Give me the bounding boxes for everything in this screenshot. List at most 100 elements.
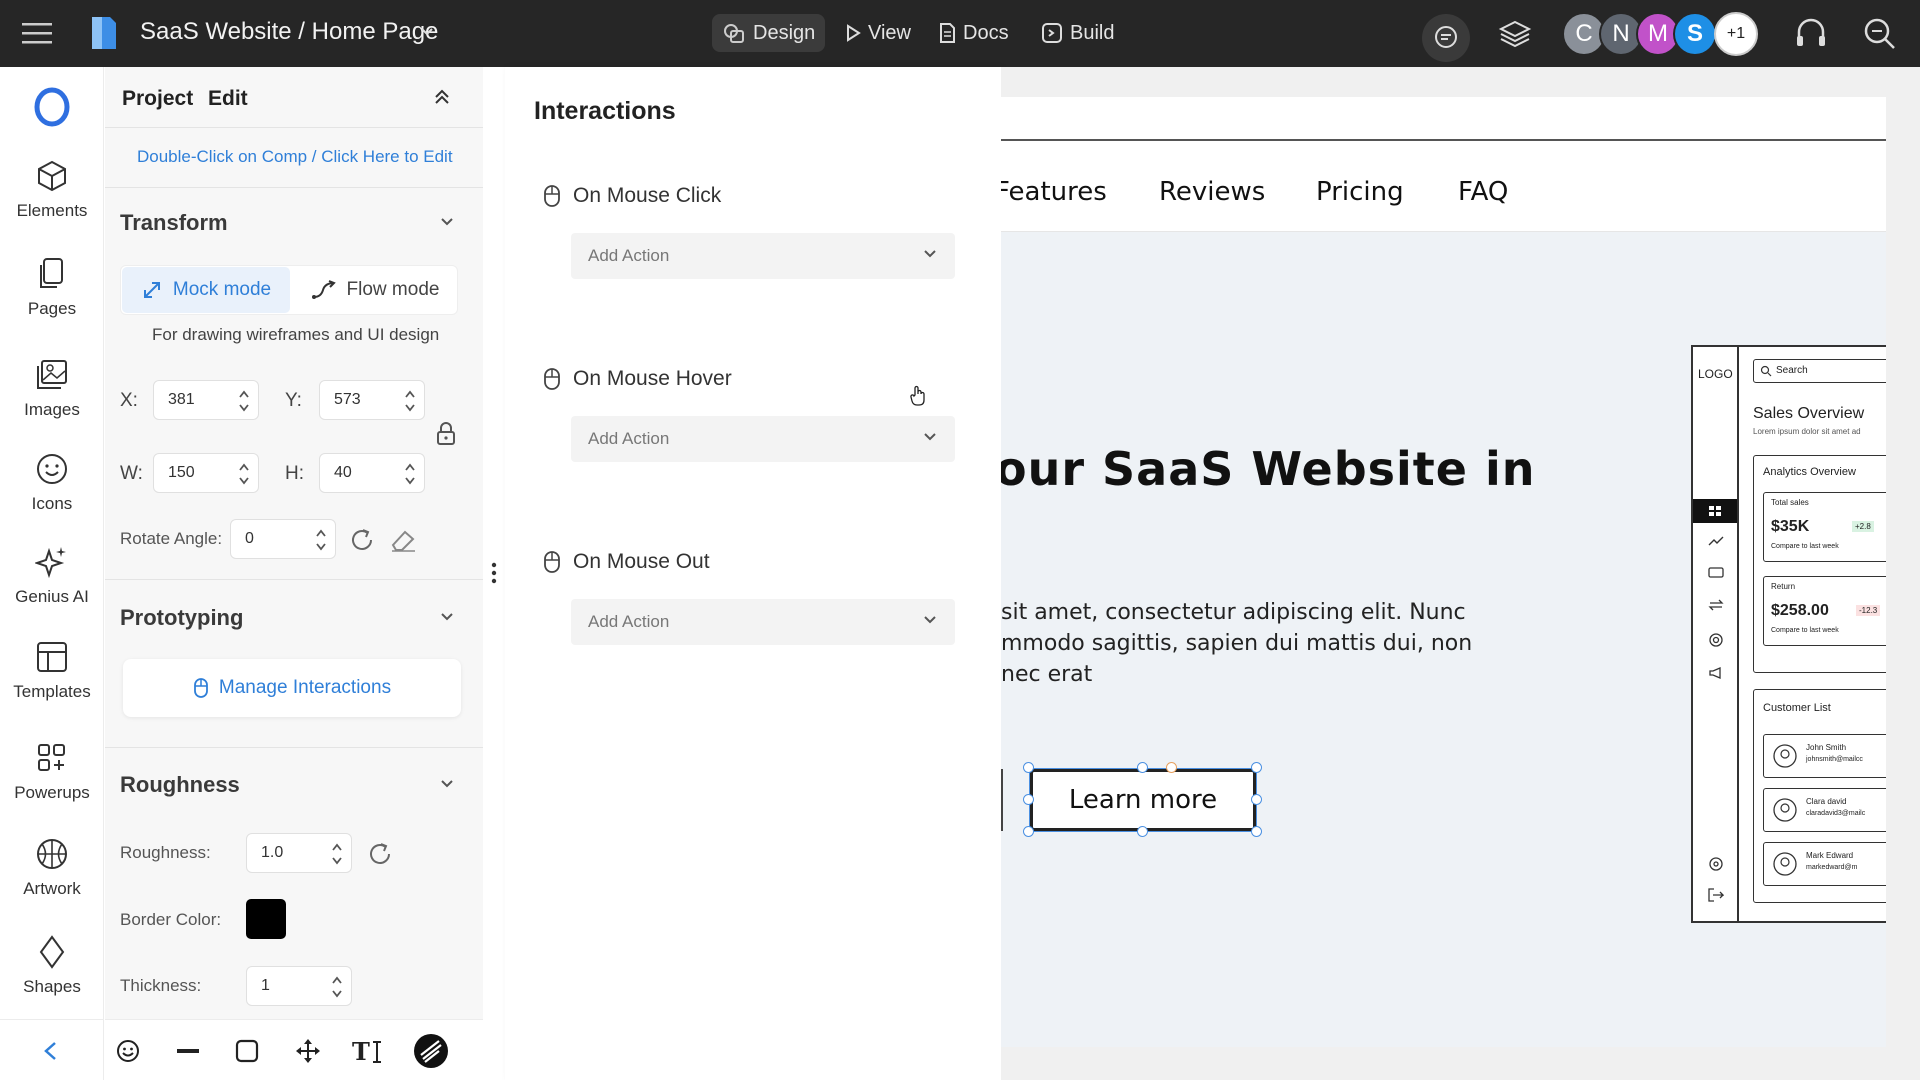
edit-hint-link[interactable]: Double-Click on Comp / Click Here to Edi… [137, 147, 453, 167]
app-logo-icon[interactable] [88, 13, 120, 53]
stepper-arrows-icon[interactable] [315, 528, 327, 552]
rail-item-genius-ai[interactable]: Genius AI [0, 545, 104, 607]
hamburger-menu-icon[interactable] [20, 19, 54, 47]
chevron-down-icon[interactable] [440, 612, 454, 622]
resize-handle[interactable] [1251, 762, 1262, 773]
chevron-down-icon[interactable] [420, 27, 434, 37]
mouse-icon [543, 367, 561, 391]
rail-item-images[interactable]: Images [0, 358, 104, 420]
stepper-arrows-icon[interactable] [331, 842, 343, 866]
hero-paragraph[interactable]: sit amet, consectetur adipiscing elit. N… [1001, 597, 1501, 690]
mock-mode-button[interactable]: Mock mode [122, 267, 290, 313]
workspace-logo-icon[interactable] [33, 87, 71, 127]
comments-button[interactable] [1422, 14, 1470, 62]
project-title[interactable]: SaaS Website / Home Page [140, 18, 438, 46]
move-tool-icon[interactable] [293, 1036, 323, 1066]
play-icon [845, 24, 861, 42]
rail-item-icons[interactable]: Icons [0, 452, 104, 514]
analytics-card: Analytics Overview Total sales $35K +2.8… [1753, 455, 1886, 673]
rail-item-templates[interactable]: Templates [0, 640, 104, 702]
stepper-arrows-icon[interactable] [331, 975, 343, 999]
chevron-down-icon[interactable] [440, 217, 454, 227]
images-icon [35, 358, 69, 392]
text-tool-icon[interactable]: T [351, 1036, 383, 1066]
bottom-toolbar: T [105, 1019, 483, 1080]
reset-roughness-icon[interactable] [367, 841, 393, 867]
x-input[interactable]: 381 [153, 380, 259, 420]
hero-heading[interactable]: our SaaS Website in [1001, 442, 1536, 496]
collapse-left-icon[interactable] [42, 1040, 58, 1062]
rail-item-elements[interactable]: Elements [0, 159, 104, 221]
border-color-label: Border Color: [120, 910, 222, 929]
line-tool-icon[interactable] [175, 1038, 201, 1064]
rotate-angle-input[interactable]: 0 [230, 519, 336, 559]
reset-rotation-icon[interactable] [349, 527, 375, 553]
manage-interactions-button[interactable]: Manage Interactions [123, 659, 461, 717]
megaphone-icon [1708, 667, 1724, 679]
y-input[interactable]: 573 [319, 380, 425, 420]
resize-handle[interactable] [1023, 762, 1034, 773]
add-action-dropdown[interactable]: Add Action [571, 233, 955, 279]
dashboard-mockup[interactable]: LOGO Search Sales Overview Lorem ipsum d… [1691, 345, 1886, 923]
chat-bubble-icon [1432, 24, 1460, 52]
tab-view[interactable]: View [835, 14, 921, 52]
rail-item-powerups[interactable]: Powerups [0, 741, 104, 803]
tab-design-label: Design [753, 21, 816, 44]
collapse-up-icon[interactable] [433, 88, 451, 106]
more-collaborators-badge[interactable]: +1 [1714, 12, 1758, 56]
stepper-arrows-icon[interactable] [404, 462, 416, 486]
avatar[interactable]: S [1673, 12, 1717, 56]
stepper-arrows-icon[interactable] [238, 389, 250, 413]
roughness-input[interactable]: 1.0 [246, 833, 352, 873]
divider [105, 127, 483, 128]
panel-splitter[interactable] [483, 67, 505, 1080]
rotate-handle[interactable] [1166, 762, 1177, 773]
left-rail: Elements Pages Images Icons Genius AI Te… [0, 67, 104, 1080]
thickness-label: Thickness: [120, 976, 202, 995]
shapes-icon [722, 21, 746, 45]
rail-item-shapes[interactable]: Shapes [0, 935, 104, 997]
resize-handle[interactable] [1137, 762, 1148, 773]
nav-link-features[interactable]: Features [1001, 177, 1107, 207]
nav-link-reviews[interactable]: Reviews [1159, 177, 1265, 207]
headphones-icon[interactable] [1793, 16, 1829, 50]
search-icon[interactable] [1862, 16, 1898, 52]
resize-handle[interactable] [1251, 794, 1262, 805]
add-action-dropdown[interactable]: Add Action [571, 416, 955, 462]
thickness-input[interactable]: 1 [246, 966, 352, 1006]
rectangle-tool-icon[interactable] [234, 1038, 260, 1064]
layers-icon[interactable] [1498, 18, 1532, 50]
sketch-style-icon[interactable] [413, 1033, 449, 1069]
stepper-arrows-icon[interactable] [238, 462, 250, 486]
tab-docs[interactable]: Docs [928, 14, 1019, 52]
resize-handle[interactable] [1251, 826, 1262, 837]
resize-handle[interactable] [1137, 826, 1148, 837]
vertical-dots-icon[interactable] [491, 562, 497, 584]
tab-build[interactable]: Build [1031, 14, 1124, 52]
tab-design[interactable]: Design [712, 14, 826, 52]
artboard-page[interactable]: Features Reviews Pricing FAQ our SaaS We… [1001, 97, 1886, 1047]
mouse-icon [193, 677, 209, 699]
properties-panel: Project Edit Double-Click on Comp / Clic… [105, 67, 483, 1080]
rail-item-pages[interactable]: Pages [0, 257, 104, 319]
tab-project[interactable]: Project [122, 87, 193, 111]
stepper-arrows-icon[interactable] [404, 389, 416, 413]
h-input[interactable]: 40 [319, 453, 425, 493]
lock-icon[interactable] [435, 421, 457, 447]
flow-mode-button[interactable]: Flow mode [295, 267, 455, 313]
design-canvas[interactable]: Features Reviews Pricing FAQ our SaaS We… [1001, 67, 1920, 1080]
tab-edit[interactable]: Edit [208, 87, 248, 111]
add-action-dropdown[interactable]: Add Action [571, 599, 955, 645]
chevron-down-icon[interactable] [440, 779, 454, 789]
w-input[interactable]: 150 [153, 453, 259, 493]
nav-link-pricing[interactable]: Pricing [1316, 177, 1404, 207]
eraser-icon[interactable] [389, 527, 417, 553]
wireframe-navbar[interactable]: Features Reviews Pricing FAQ [1001, 97, 1886, 232]
border-color-swatch[interactable] [246, 899, 286, 939]
emoji-tool-icon[interactable] [115, 1038, 141, 1064]
rail-item-artwork[interactable]: Artwork [0, 837, 104, 899]
nav-link-faq[interactable]: FAQ [1458, 177, 1508, 207]
resize-handle[interactable] [1023, 794, 1034, 805]
settings-icon [1708, 856, 1724, 872]
resize-handle[interactable] [1023, 826, 1034, 837]
